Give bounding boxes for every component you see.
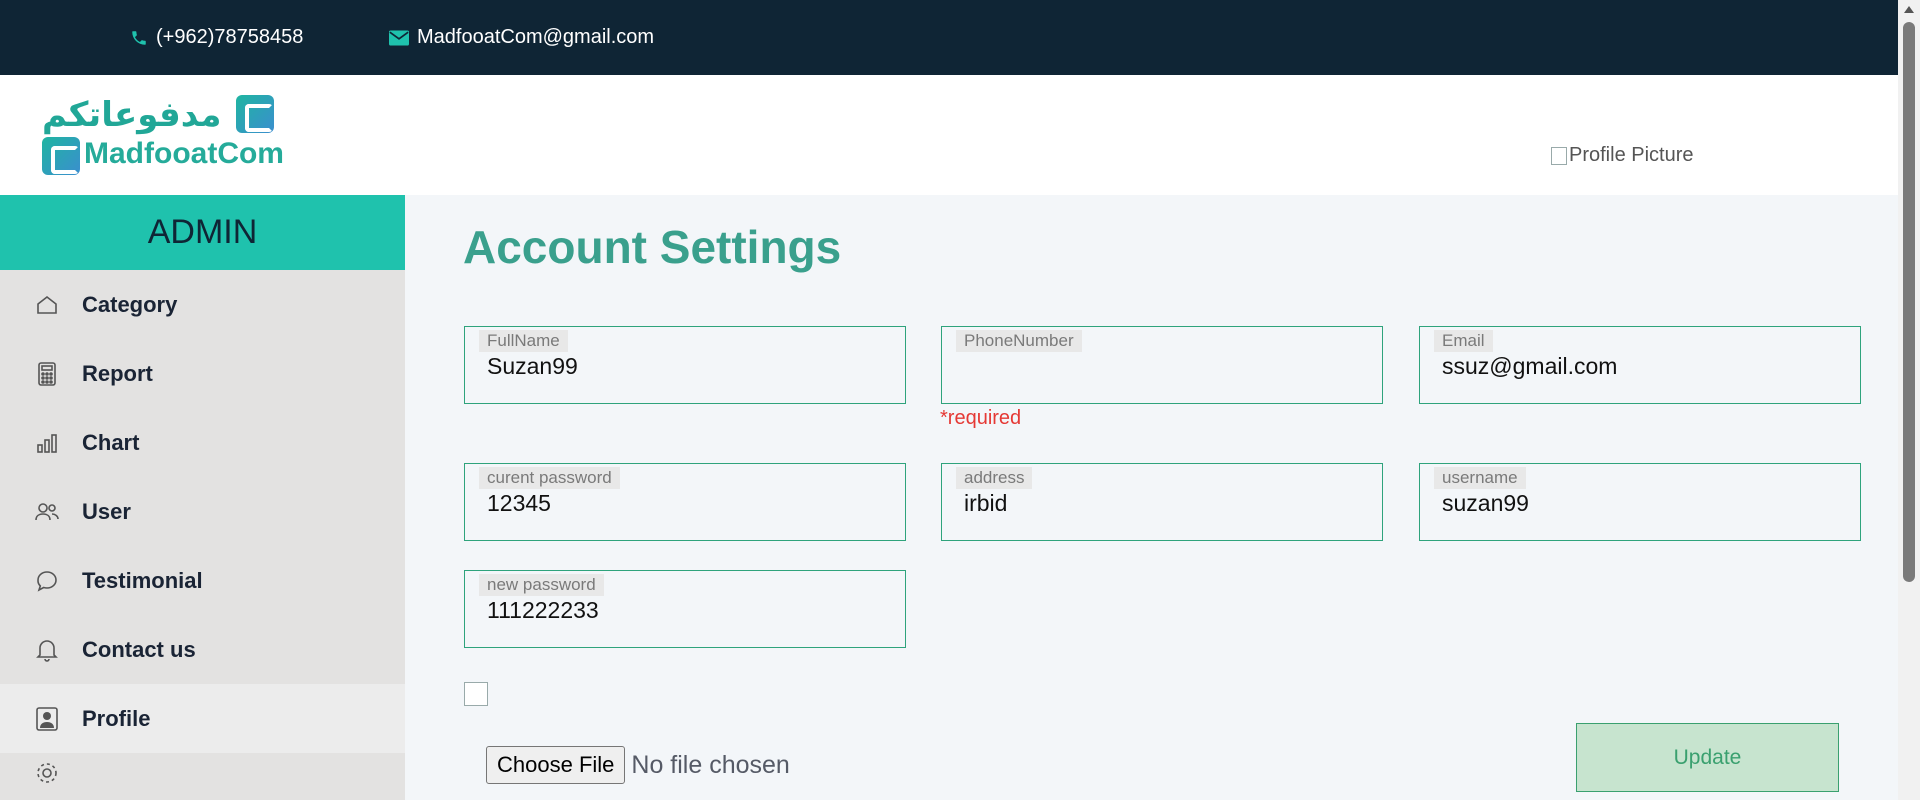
sidebar-item-label: Profile: [82, 705, 151, 731]
choose-file-button[interactable]: Choose File: [486, 746, 626, 784]
chat-bubble-icon: [34, 568, 60, 594]
scroll-up-icon[interactable]: [1904, 6, 1914, 13]
email-contact[interactable]: MadfooatCom@gmail.com: [389, 26, 654, 49]
email-address: MadfooatCom@gmail.com: [417, 26, 655, 48]
file-upload[interactable]: Choose File No file chosen: [486, 746, 790, 784]
sidebar-item-report[interactable]: Report: [0, 339, 405, 408]
update-button[interactable]: Update: [1576, 723, 1839, 792]
address-input[interactable]: [964, 490, 1364, 517]
phone-number-label: PhoneNumber: [956, 330, 1082, 352]
page-scrollbar[interactable]: [1898, 0, 1920, 800]
calculator-icon: [34, 361, 60, 387]
users-icon: [34, 499, 60, 525]
top-contact-bar: (+962)78758458 MadfooatCom@gmail.com: [0, 0, 1898, 75]
phone-icon: [132, 30, 146, 45]
bell-icon: [34, 637, 60, 663]
sidebar-brand: ADMIN: [0, 195, 405, 270]
bar-chart-icon: [34, 430, 60, 456]
logo-english-text: MadfooatCom: [84, 137, 284, 170]
sidebar-item-profile[interactable]: Profile: [0, 684, 405, 753]
address-label: address: [956, 467, 1033, 489]
phone-required-error: *required: [940, 407, 1022, 429]
username-field[interactable]: username: [1419, 463, 1861, 541]
broken-image-icon: [1551, 146, 1567, 165]
home-icon: [34, 292, 60, 318]
scrollbar-thumb[interactable]: [1903, 22, 1915, 582]
email-input[interactable]: [1442, 353, 1842, 380]
sidebar-item-partial[interactable]: [0, 753, 405, 793]
email-label: Email: [1434, 330, 1493, 352]
current-password-label: curent password: [479, 467, 620, 489]
madfooatcom-logo[interactable]: مدفوعاتكم MadfooatCom: [42, 95, 284, 175]
logo-mark-icon: [42, 137, 80, 175]
sidebar-item-chart[interactable]: Chart: [0, 408, 405, 477]
page-title: Account Settings: [463, 221, 842, 273]
profile-picture-alt: Profile Picture: [1569, 144, 1694, 166]
phone-number: (+962)78758458: [156, 26, 304, 48]
sidebar-item-user[interactable]: User: [0, 477, 405, 546]
username-label: username: [1434, 467, 1526, 489]
site-header: مدفوعاتكم MadfooatCom Profile Picture: [0, 75, 1898, 195]
broken-image-icon: [464, 682, 488, 706]
sidebar-item-label: Category: [82, 291, 178, 317]
sidebar-item-contact-us[interactable]: Contact us: [0, 615, 405, 684]
phone-contact[interactable]: (+962)78758458: [130, 26, 303, 49]
current-password-field[interactable]: curent password: [464, 463, 906, 541]
sidebar-item-label: Report: [82, 360, 153, 386]
fullname-input[interactable]: [487, 353, 887, 380]
new-password-label: new password: [479, 574, 604, 596]
address-field[interactable]: address: [941, 463, 1383, 541]
current-password-input[interactable]: [487, 490, 887, 517]
logo-arabic-text: مدفوعاتكم: [42, 95, 222, 135]
profile-picture[interactable]: Profile Picture: [1551, 144, 1694, 167]
phone-number-field[interactable]: PhoneNumber: [941, 326, 1383, 404]
email-field[interactable]: Email: [1419, 326, 1861, 404]
sidebar-item-label: Testimonial: [82, 567, 203, 593]
phone-number-input[interactable]: [964, 353, 1364, 380]
sidebar-item-category[interactable]: Category: [0, 270, 405, 339]
account-settings-panel: Account Settings FullName PhoneNumber Em…: [405, 195, 1898, 800]
sidebar-item-label: Contact us: [82, 636, 196, 662]
profile-icon: [34, 706, 60, 732]
sidebar: ADMIN Category Report Chart User Testimo…: [0, 195, 405, 800]
new-password-field[interactable]: new password: [464, 570, 906, 648]
new-password-input[interactable]: [487, 597, 887, 624]
sidebar-item-label: User: [82, 498, 131, 524]
username-input[interactable]: [1442, 490, 1842, 517]
envelope-icon: [389, 30, 409, 45]
file-status: No file chosen: [631, 750, 790, 779]
logo-mark-icon: [236, 95, 274, 133]
sidebar-item-testimonial[interactable]: Testimonial: [0, 546, 405, 615]
gear-icon: [34, 760, 60, 786]
fullname-label: FullName: [479, 330, 568, 352]
fullname-field[interactable]: FullName: [464, 326, 906, 404]
sidebar-item-label: Chart: [82, 429, 140, 455]
